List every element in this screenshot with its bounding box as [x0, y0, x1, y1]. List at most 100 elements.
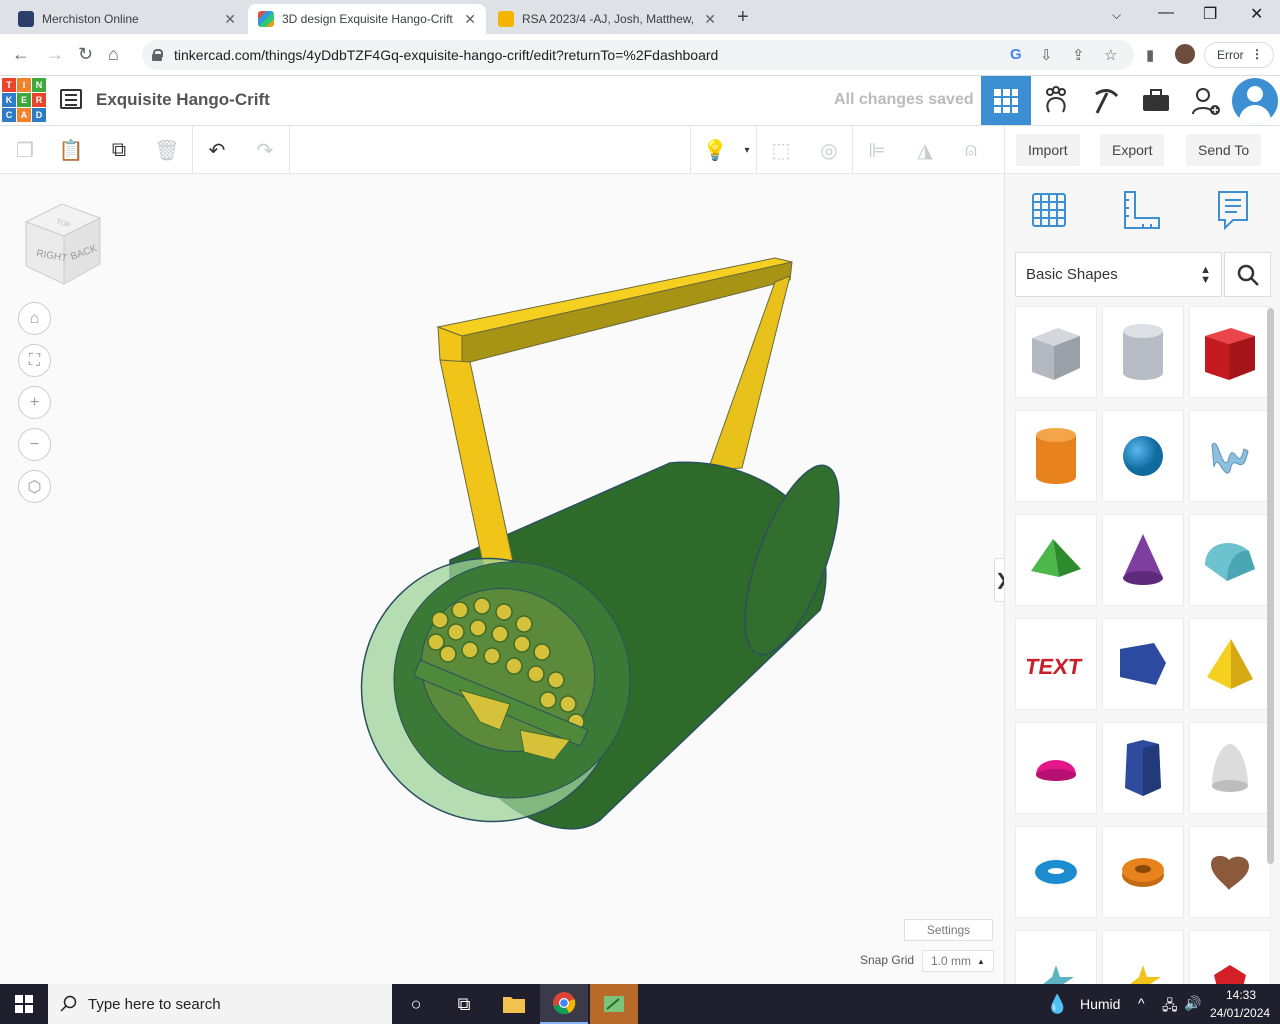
ungroup-icon[interactable]: ◎ [814, 136, 844, 164]
new-tab-icon[interactable]: + [737, 6, 749, 29]
import-button[interactable]: Import [1016, 134, 1080, 166]
user-avatar[interactable] [1232, 78, 1278, 124]
group-icon[interactable]: ⬚ [766, 136, 796, 164]
settings-button[interactable]: Settings [904, 919, 993, 941]
chrome-taskbar-icon[interactable] [540, 984, 588, 1024]
close-window-icon[interactable]: ✕ [1250, 4, 1263, 24]
app-taskbar-icon[interactable] [590, 984, 638, 1024]
notes-dropdown-chevron-icon[interactable]: ▾ [732, 136, 762, 164]
volume-icon[interactable]: 🔊 [1184, 995, 1201, 1012]
shape-half-sphere[interactable] [1015, 722, 1097, 814]
align-icon[interactable]: ⊫ [862, 136, 892, 164]
tab-merchiston-online[interactable]: Merchiston Online ✕ [8, 4, 246, 34]
shape-paraboloid[interactable] [1189, 722, 1271, 814]
install-app-icon[interactable]: ⇩ [1040, 46, 1053, 64]
shape-pyramid[interactable] [1189, 618, 1271, 710]
side-panel-icon[interactable]: ▮ [1146, 46, 1154, 64]
zoom-in-icon[interactable]: + [18, 386, 51, 419]
tab-tinkercad-design[interactable]: 3D design Exquisite Hango-Crift ✕ [248, 4, 486, 34]
shape-torus[interactable] [1015, 826, 1097, 918]
close-tab-icon[interactable]: ✕ [464, 11, 476, 28]
shape-sphere[interactable] [1102, 410, 1184, 502]
ruler-tool-icon[interactable] [1119, 188, 1163, 232]
shape-category-select[interactable]: Basic Shapes ▲ ▼ [1015, 252, 1222, 297]
workplane[interactable]: RIGHT BACK TOP ⌂ ⛶ + − ⬡ ❯ Settings Snap… [0, 174, 1010, 984]
shape-text[interactable]: TEXT [1015, 618, 1097, 710]
design-title[interactable]: Exquisite Hango-Crift [96, 90, 270, 110]
error-button[interactable]: Error ⋮ [1204, 42, 1274, 68]
shape-star-partial[interactable] [1015, 930, 1097, 984]
send-to-button[interactable]: Send To [1186, 134, 1262, 166]
restore-icon[interactable]: ❐ [1203, 4, 1217, 24]
file-explorer-icon[interactable] [490, 984, 538, 1024]
shape-roof[interactable] [1015, 514, 1097, 606]
home-icon[interactable]: ⌂ [108, 44, 119, 65]
shape-tube[interactable] [1102, 826, 1184, 918]
notes-lightbulb-icon[interactable]: 💡 [700, 136, 730, 164]
delete-icon[interactable]: 🗑 [152, 136, 182, 164]
copy-icon[interactable]: ❐ [10, 136, 40, 164]
shape-scribble[interactable] [1189, 410, 1271, 502]
url-field[interactable]: tinkercad.com/things/4yDdbTZF4Gq-exquisi… [142, 40, 1134, 70]
shape-search-button[interactable] [1224, 252, 1271, 297]
grid-icon [994, 88, 1018, 113]
codeblocks-button[interactable] [1031, 76, 1081, 125]
workplane-tool-icon[interactable] [1027, 188, 1071, 232]
shape-cylinder[interactable] [1015, 410, 1097, 502]
shape-round-roof[interactable] [1189, 514, 1271, 606]
paste-icon[interactable]: 📋 [56, 136, 86, 164]
network-icon[interactable]: 🖧 [1162, 995, 1178, 1019]
shape-hexagonal-prism[interactable] [1102, 722, 1184, 814]
shape-cylinder-hole[interactable] [1102, 306, 1184, 398]
back-arrow-icon[interactable]: ← [12, 44, 30, 65]
shape-box-hole[interactable] [1015, 306, 1097, 398]
taskbar-search-field[interactable]: Type here to search [48, 984, 392, 1024]
tray-chevron-up-icon[interactable]: ^ [1138, 995, 1145, 1011]
mirror-icon[interactable]: ◮ [910, 136, 940, 164]
minimize-icon[interactable]: — [1158, 4, 1174, 22]
start-button[interactable] [0, 984, 48, 1024]
shape-heart[interactable] [1189, 826, 1271, 918]
close-tab-icon[interactable]: ✕ [224, 11, 236, 28]
view-cube[interactable]: RIGHT BACK TOP [22, 202, 102, 286]
forward-arrow-icon[interactable]: → [46, 44, 64, 65]
bookmark-star-icon[interactable]: ☆ [1104, 46, 1117, 64]
3d-model-bug-catcher[interactable] [340, 234, 850, 834]
profile-avatar-icon[interactable] [1175, 44, 1195, 64]
notes-tool-icon[interactable] [1211, 188, 1255, 232]
snap-grid-select[interactable]: 1.0 mm ▲ [922, 950, 994, 972]
shape-cone[interactable] [1102, 514, 1184, 606]
duplicate-icon[interactable]: ⧉ [104, 136, 134, 164]
share-icon[interactable]: ⇪ [1072, 46, 1085, 64]
weather-label[interactable]: Humid [1080, 996, 1120, 1012]
shape-polygon[interactable] [1102, 618, 1184, 710]
clock-date[interactable]: 24/01/2024 [1210, 1006, 1270, 1020]
invite-user-button[interactable] [1181, 76, 1231, 125]
reload-icon[interactable]: ↻ [78, 44, 93, 65]
shape-box[interactable] [1189, 306, 1271, 398]
shapes-scrollbar[interactable] [1267, 308, 1274, 864]
weather-droplet-icon[interactable]: 💧 [1046, 994, 1068, 1015]
zoom-out-icon[interactable]: − [18, 428, 51, 461]
tab-search-chevron-icon[interactable]: ⌵ [1112, 8, 1121, 23]
minecraft-button[interactable] [1081, 76, 1131, 125]
design-list-icon[interactable] [60, 89, 82, 109]
undo-icon[interactable]: ↶ [202, 136, 232, 164]
tinkercad-logo[interactable]: T I N K E R C A D [2, 78, 46, 122]
clock-time[interactable]: 14:33 [1226, 988, 1256, 1002]
redo-icon[interactable]: ↷ [250, 136, 280, 164]
task-view-icon[interactable]: ⧉ [440, 984, 488, 1024]
shape-icosahedron-partial[interactable] [1189, 930, 1271, 984]
3d-view-button[interactable] [981, 76, 1031, 125]
fit-view-icon[interactable]: ⛶ [18, 344, 51, 377]
shape-star-yellow-partial[interactable] [1102, 930, 1184, 984]
cortana-icon[interactable]: ○ [392, 984, 440, 1024]
cruise-icon[interactable]: ⍝ [956, 136, 986, 164]
ortho-view-icon[interactable]: ⬡ [18, 470, 51, 503]
tab-rsa-slides[interactable]: RSA 2023/4 -AJ, Josh, Matthew, ✕ [488, 4, 726, 34]
google-icon[interactable]: G [1010, 46, 1022, 63]
projects-button[interactable] [1131, 76, 1181, 125]
close-tab-icon[interactable]: ✕ [704, 11, 716, 28]
home-view-icon[interactable]: ⌂ [18, 302, 51, 335]
export-button[interactable]: Export [1100, 134, 1165, 166]
